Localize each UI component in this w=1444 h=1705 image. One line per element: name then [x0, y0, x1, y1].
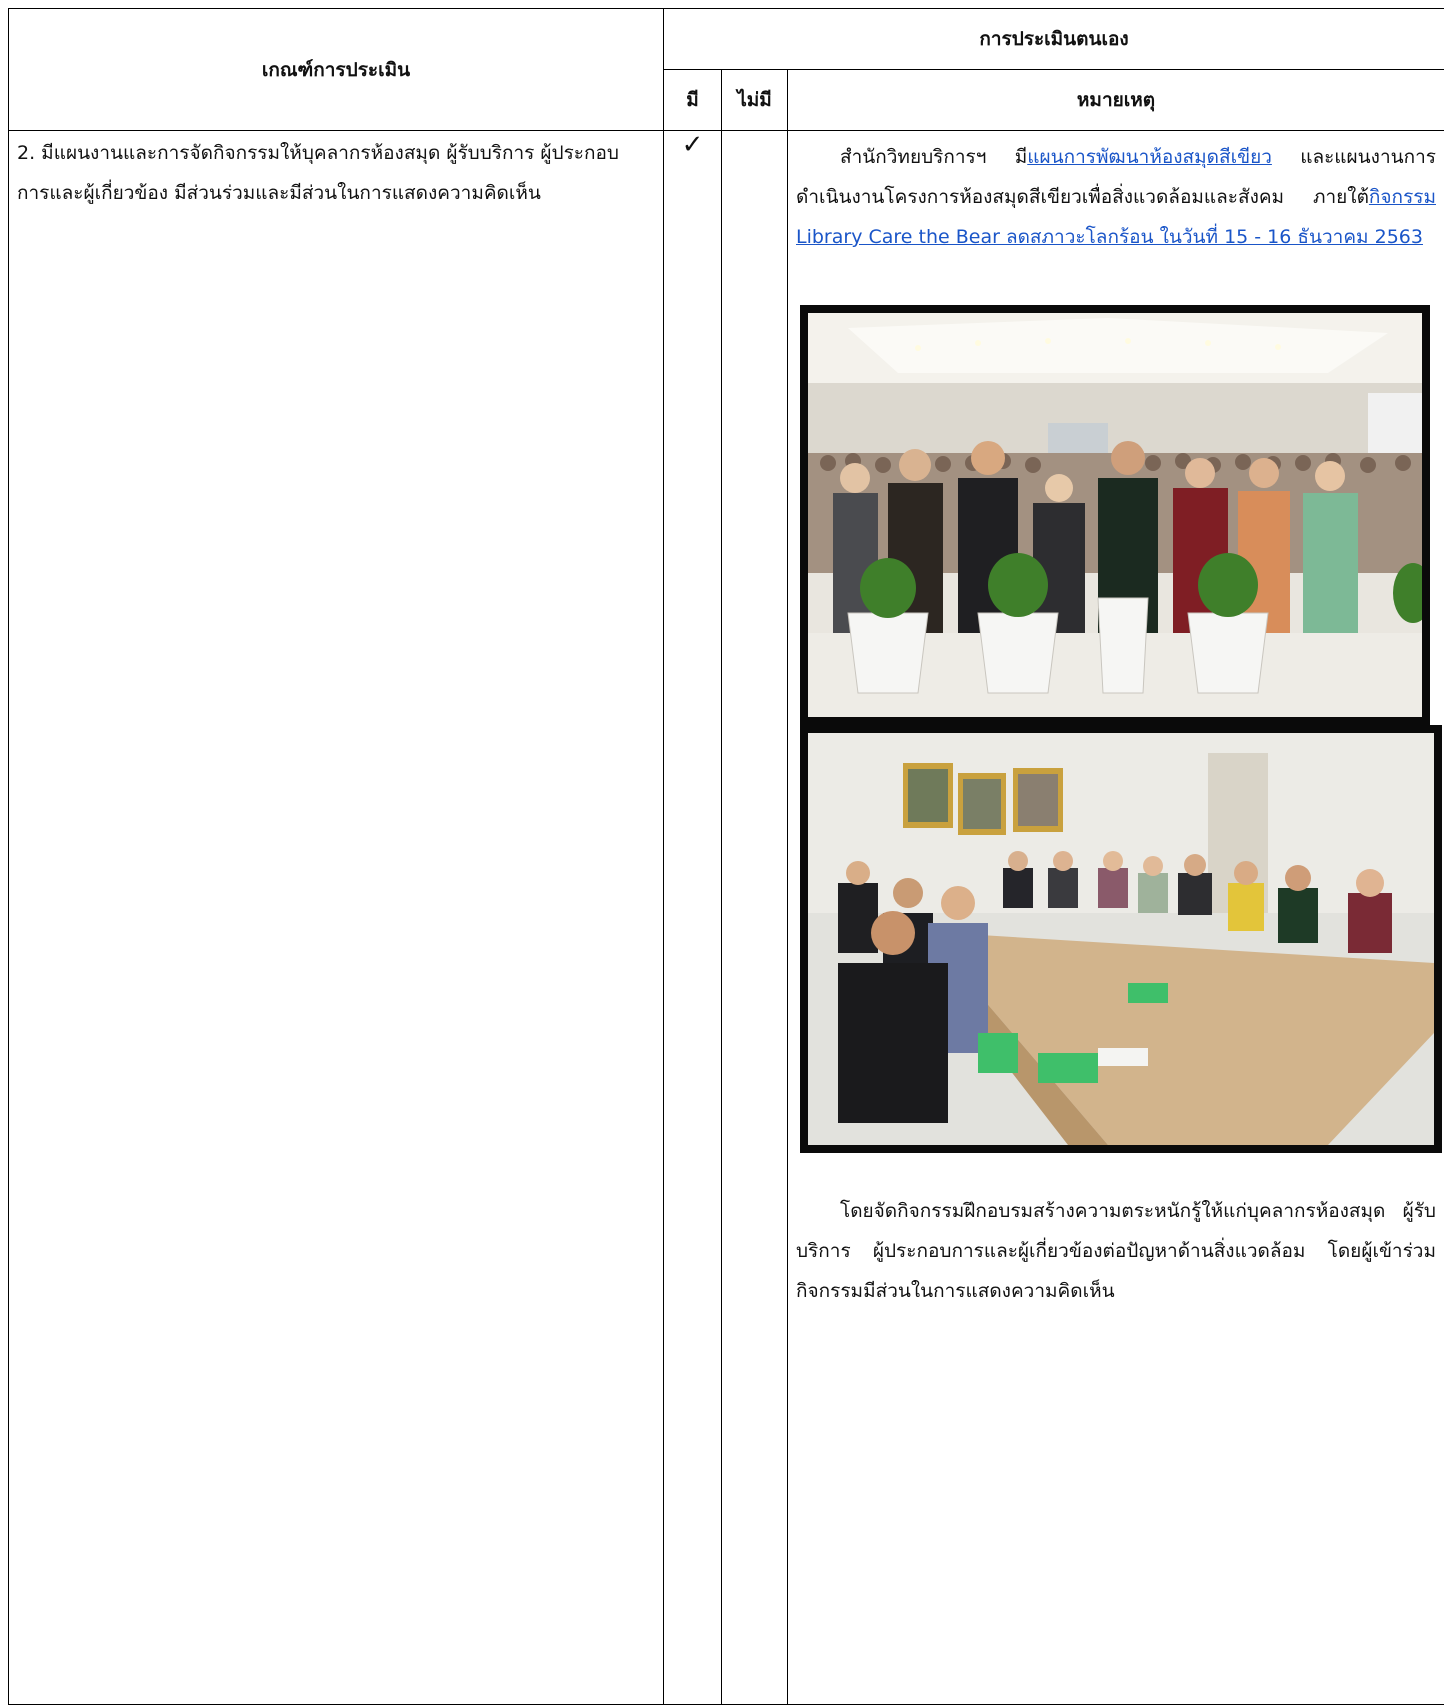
meeting-room-photo-image [808, 733, 1434, 1145]
remarks-cell: สำนักวิทยบริการฯ มีแผนการพัฒนาห้องสมุดสี… [787, 130, 1444, 1705]
assessment-table: เกณฑ์การประเมิน การประเมินตนเอง มี ไม่มี… [8, 8, 1444, 1705]
criteria-text: 2. มีแผนงานและการจัดกิจกรรมให้บุคลากรห้อ… [17, 142, 619, 204]
remarks-closing: โดยจัดกิจกรรมฝึกอบรมสร้างความตระหนักรู้ใ… [796, 1200, 1436, 1302]
check-mark-icon: ✓ [681, 130, 704, 160]
have-cell: ✓ [663, 130, 722, 1705]
self-assessment-header: การประเมินตนเอง [663, 8, 1444, 70]
remarks-intro-prefix: สำนักวิทยบริการฯ มี [840, 146, 1028, 168]
remarks-intro: สำนักวิทยบริการฯ มีแผนการพัฒนาห้องสมุดสี… [796, 137, 1436, 257]
remarks-header: หมายเหตุ [787, 69, 1444, 131]
meeting-room-group-photo [800, 725, 1442, 1153]
have-not-header: ไม่มี [721, 69, 788, 131]
auditorium-group-photo [800, 305, 1430, 725]
green-library-plan-link[interactable]: แผนการพัฒนาห้องสมุดสีเขียว [1027, 146, 1272, 168]
criteria-header: เกณฑ์การประเมิน [8, 8, 664, 131]
have-not-cell [721, 130, 788, 1705]
criteria-cell: 2. มีแผนงานและการจัดกิจกรรมให้บุคลากรห้อ… [8, 130, 664, 1705]
have-header: มี [663, 69, 722, 131]
auditorium-photo-image [808, 313, 1422, 717]
